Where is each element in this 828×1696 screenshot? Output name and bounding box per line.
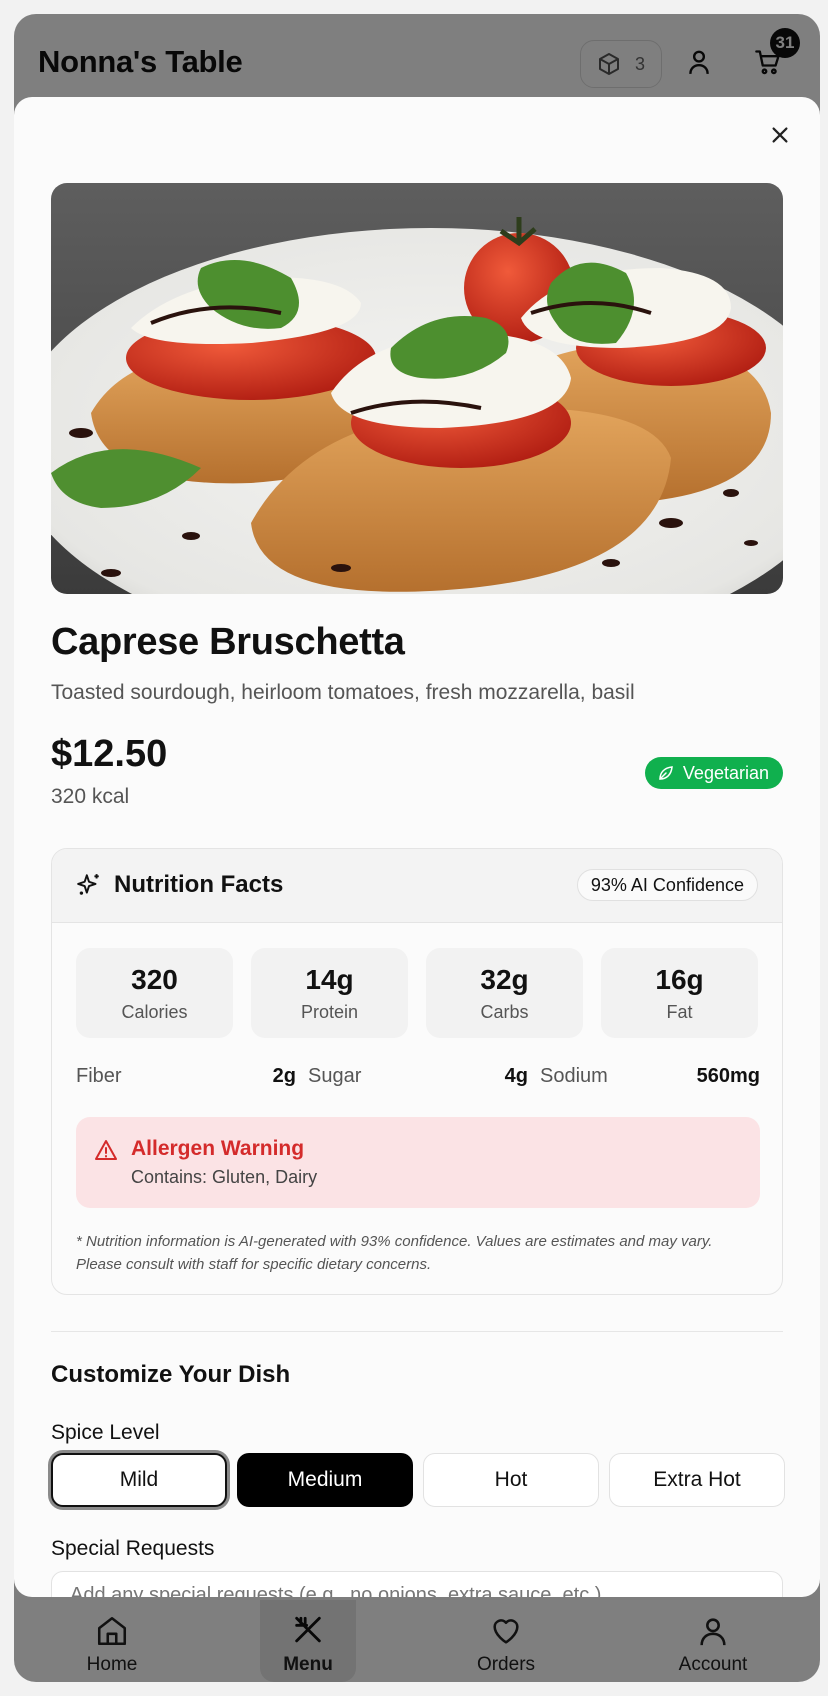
leaf-icon	[659, 766, 673, 780]
nutrient-label: Fiber	[76, 1065, 122, 1087]
ai-confidence-badge: 93% AI Confidence	[576, 869, 758, 901]
macro-label: Fat	[666, 1001, 693, 1022]
dish-name: Caprese Bruschetta	[51, 621, 405, 663]
macro-fat: 16g Fat	[601, 948, 758, 1038]
spice-hot-button[interactable]: Hot	[423, 1453, 599, 1507]
nutrient-sodium: Sodium 560mg	[540, 1065, 760, 1088]
spice-extra-hot-button[interactable]: Extra Hot	[609, 1453, 785, 1507]
dish-price: $12.50	[51, 733, 168, 775]
close-button[interactable]	[762, 117, 798, 153]
allergen-title: Allergen Warning	[131, 1137, 305, 1160]
macro-label: Calories	[121, 1001, 188, 1022]
nutrient-sugar: Sugar 4g	[308, 1065, 540, 1088]
spice-mild-button[interactable]: Mild	[51, 1453, 227, 1507]
dish-detail-modal: Caprese Bruschetta Toasted sourdough, he…	[14, 97, 820, 1597]
spice-medium-button[interactable]: Medium	[237, 1453, 413, 1507]
dish-kcal: 320 kcal	[51, 785, 130, 808]
macro-grid: 320 Calories 14g Protein 32g Carbs 16g F…	[76, 948, 758, 1038]
macro-value: 14g	[305, 963, 354, 995]
minor-nutrients: Fiber 2g Sugar 4g Sodium 560mg	[76, 1065, 760, 1088]
macro-protein: 14g Protein	[251, 948, 408, 1038]
allergen-warning: Allergen Warning Contains: Gluten, Dairy	[76, 1117, 760, 1208]
macro-value: 320	[131, 963, 178, 995]
nutrition-header: Nutrition Facts 93% AI Confidence	[52, 849, 782, 923]
macro-calories: 320 Calories	[76, 948, 233, 1038]
special-requests-label: Special Requests	[51, 1537, 215, 1560]
nutrient-value: 560mg	[696, 1065, 760, 1087]
macro-label: Carbs	[480, 1001, 529, 1022]
macro-carbs: 32g Carbs	[426, 948, 583, 1038]
nutrition-title: Nutrition Facts	[114, 871, 284, 898]
dish-photo	[51, 183, 783, 594]
nutrient-value: 2g	[272, 1065, 296, 1087]
dish-description: Toasted sourdough, heirloom tomatoes, fr…	[51, 681, 635, 704]
sparkles-icon	[77, 874, 99, 895]
macro-label: Protein	[300, 1001, 359, 1022]
macro-value: 32g	[480, 963, 529, 995]
vegetarian-badge: Vegetarian	[644, 757, 783, 789]
spice-level-label: Spice Level	[51, 1421, 160, 1444]
nutrition-card: Nutrition Facts 93% AI Confidence 320 Ca…	[51, 848, 783, 1295]
vegetarian-badge-label: Vegetarian	[682, 762, 769, 783]
allergen-text: Contains: Gluten, Dairy	[131, 1167, 318, 1187]
special-requests-input[interactable]	[51, 1571, 783, 1597]
customize-title: Customize Your Dish	[51, 1361, 291, 1388]
warning-icon	[95, 1140, 117, 1160]
close-icon	[772, 127, 788, 143]
section-divider	[51, 1331, 783, 1332]
spice-level-options: Mild Medium Hot Extra Hot	[51, 1453, 785, 1507]
nutrition-disclaimer: * Nutrition information is AI-generated …	[76, 1233, 713, 1273]
nutrient-label: Sugar	[308, 1065, 362, 1087]
nutrient-fiber: Fiber 2g	[76, 1065, 308, 1088]
nutrient-label: Sodium	[540, 1065, 608, 1087]
macro-value: 16g	[655, 963, 704, 995]
nutrient-value: 4g	[504, 1065, 528, 1087]
